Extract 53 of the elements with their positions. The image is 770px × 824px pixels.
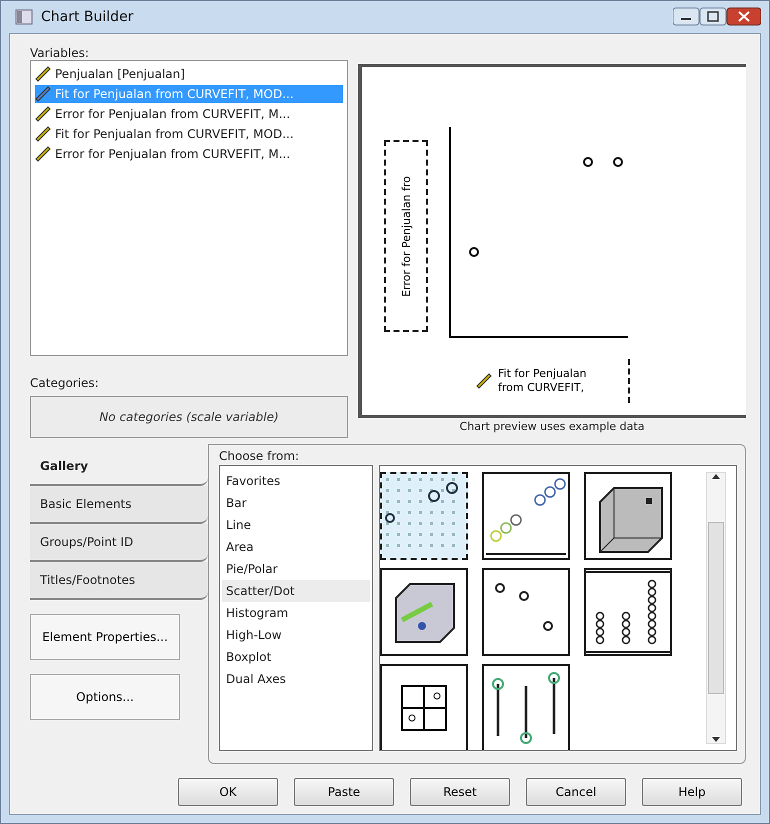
x-axis-drop-zone[interactable]: Fit for Penjualan from CURVEFIT, bbox=[472, 359, 630, 403]
window-title: Chart Builder bbox=[41, 9, 134, 25]
chart-type-item[interactable]: Favorites bbox=[222, 470, 370, 492]
dialog-button[interactable]: Cancel bbox=[526, 778, 626, 806]
side-button[interactable]: Element Properties... bbox=[30, 614, 180, 660]
chart-thumbnail[interactable] bbox=[380, 568, 468, 656]
y-axis-label: Error for Penjualan fro bbox=[400, 176, 412, 296]
preview-note: Chart preview uses example data bbox=[458, 420, 646, 433]
scroll-up-icon[interactable] bbox=[712, 473, 720, 479]
variable-item[interactable]: Penjualan [Penjualan] bbox=[35, 65, 343, 83]
ruler-icon bbox=[35, 86, 51, 102]
tab[interactable]: Groups/Point ID bbox=[30, 524, 208, 562]
chart-type-item[interactable]: Scatter/Dot bbox=[222, 580, 370, 602]
ruler-icon bbox=[35, 106, 51, 122]
ruler-icon bbox=[35, 126, 51, 142]
ruler-icon bbox=[35, 146, 51, 162]
chart-type-item[interactable]: Boxplot bbox=[222, 646, 370, 668]
chart-thumbnail[interactable] bbox=[584, 568, 672, 656]
variable-item[interactable]: Fit for Penjualan from CURVEFIT, MOD... bbox=[35, 125, 343, 143]
dialog-button[interactable]: Help bbox=[642, 778, 742, 806]
chart-type-item[interactable]: Area bbox=[222, 536, 370, 558]
choose-from-label: Choose from: bbox=[219, 449, 300, 463]
chart-thumbnail[interactable] bbox=[584, 472, 672, 560]
variable-item[interactable]: Error for Penjualan from CURVEFIT, M... bbox=[35, 145, 343, 163]
tab[interactable]: Titles/Footnotes bbox=[30, 562, 208, 600]
chart-thumbnail[interactable] bbox=[482, 472, 570, 560]
ruler-icon bbox=[35, 66, 51, 82]
categories-label: Categories: bbox=[30, 376, 100, 390]
variables-label: Variables: bbox=[30, 46, 90, 60]
tab[interactable]: Basic Elements bbox=[30, 486, 208, 524]
chart-type-item[interactable]: Histogram bbox=[222, 602, 370, 624]
chart-type-item[interactable]: Line bbox=[222, 514, 370, 536]
side-button[interactable]: Options... bbox=[30, 674, 180, 720]
categories-box: No categories (scale variable) bbox=[30, 396, 348, 438]
scrollbar[interactable] bbox=[706, 472, 726, 744]
app-icon bbox=[15, 9, 33, 25]
window-controls-icon[interactable] bbox=[673, 7, 761, 27]
chart-thumbnail[interactable] bbox=[482, 568, 570, 656]
chart-type-item[interactable]: Bar bbox=[222, 492, 370, 514]
y-axis-drop-zone[interactable]: Error for Penjualan fro bbox=[384, 140, 428, 332]
chart-thumbnail[interactable] bbox=[380, 472, 468, 560]
chart-type-item[interactable]: Pie/Polar bbox=[222, 558, 370, 580]
scroll-down-icon[interactable] bbox=[712, 737, 720, 743]
chart-thumbnail[interactable] bbox=[482, 664, 570, 750]
dialog-button[interactable]: Reset bbox=[410, 778, 510, 806]
chart-thumbnail[interactable] bbox=[380, 664, 468, 750]
chart-type-item[interactable]: Dual Axes bbox=[222, 668, 370, 690]
dialog-button[interactable]: OK bbox=[178, 778, 278, 806]
x-axis-label: Fit for Penjualan from CURVEFIT, bbox=[498, 367, 588, 395]
dialog-button[interactable]: Paste bbox=[294, 778, 394, 806]
variable-item[interactable]: Error for Penjualan from CURVEFIT, M... bbox=[35, 105, 343, 123]
ruler-icon bbox=[476, 373, 492, 389]
chart-type-item[interactable]: High-Low bbox=[222, 624, 370, 646]
